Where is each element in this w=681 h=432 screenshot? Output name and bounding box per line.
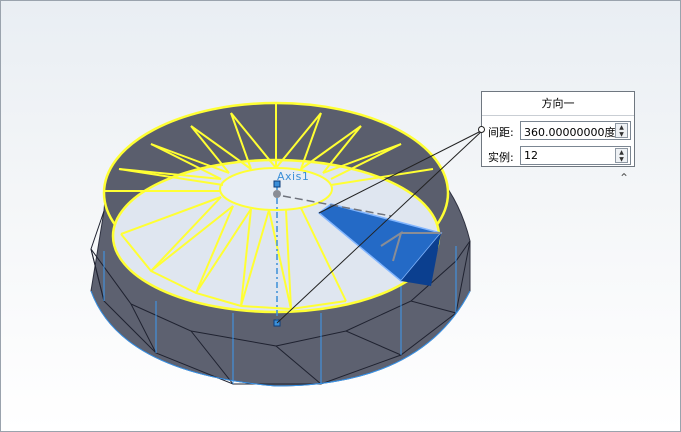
instances-label: 实例: [488,151,514,164]
axis-label: Axis1 [277,170,310,183]
circular-pattern-callout[interactable]: 方向一 间距: 360.00000000度 ▲ ▼ 实例: 12 ▲ ▼ [478,91,635,167]
ring-top-inner-edge[interactable] [219,167,333,211]
spacing-spinner[interactable]: ▲ ▼ [615,123,628,138]
spacing-value: 360.00000000度 [524,126,616,139]
chevron-up-icon[interactable]: ⌃ [619,171,629,185]
3d-model-view[interactable] [1,1,681,432]
instances-spinner[interactable]: ▲ ▼ [615,148,628,163]
spacing-input[interactable]: 360.00000000度 ▲ ▼ [520,121,631,140]
graphics-viewport[interactable]: Axis1 方向一 间距: 360.00000000度 ▲ ▼ 实例: 12 ▲ ▼… [0,0,681,432]
spacing-label: 间距: [488,126,514,139]
instances-value: 12 [524,149,538,162]
spacing-row: 间距: 360.00000000度 ▲ ▼ [478,121,634,141]
instances-row: 实例: 12 ▲ ▼ [482,146,634,166]
axis-pivot-icon [273,190,281,198]
panel-title: 方向一 [482,92,634,116]
leader-anchor-icon [478,126,485,133]
instances-input[interactable]: 12 ▲ ▼ [520,146,631,165]
